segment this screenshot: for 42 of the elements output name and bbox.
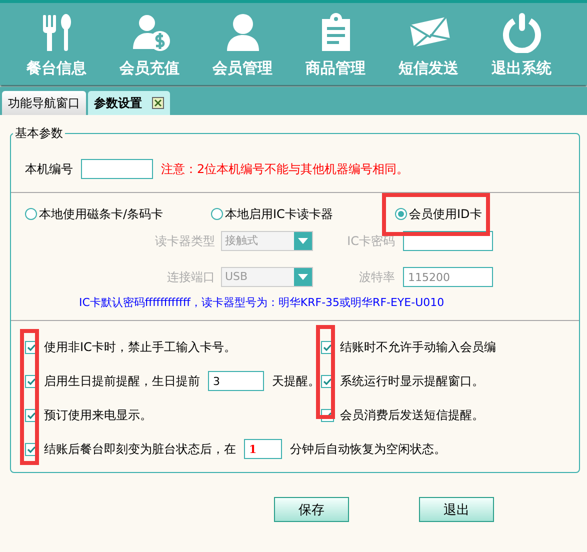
action-button[interactable]: 保存 [274,497,349,522]
checkmark-icon [26,444,37,454]
option-text: 分钟后自动恢复为空闲状态。 [290,440,446,458]
option-text: 天提醒。 [272,372,320,390]
option-text: 使用非IC卡时，禁止手工输入卡号。 [44,338,236,356]
field-label: 波特率 [358,268,396,286]
close-icon[interactable] [152,97,164,109]
radio-option[interactable]: 会员使用ID卡 [395,206,482,222]
option-text: 系统运行时显示提醒窗口。 [340,372,484,390]
option-text: 启用生日提前提醒，生日提前 [44,372,200,390]
toolbar-label[interactable]: 退出系统 [492,59,552,78]
toolbar-label[interactable]: 会员管理 [212,59,272,78]
field-label: 连接端口 [166,268,216,286]
warning-text: 注意：2位本机编号不能与其他机器编号相同。 [161,160,409,178]
field-label: 读卡器类型 [154,232,216,250]
tab[interactable]: 参数设置 [88,91,170,115]
option-text: 结账后餐台即刻变为脏台状态后，在 [44,440,236,458]
number-field[interactable]: 1 [244,439,282,459]
number-field[interactable]: 3 [208,371,264,391]
checkmark-icon [26,342,37,352]
toolbar-label[interactable]: 餐台信息 [26,59,86,78]
option-text: 会员消费后发送短信提醒。 [340,406,484,424]
info-text: IC卡默认密码ffffffffffff，读卡器型号为：明华KRF-35或明华RF-EYE-U010 [78,295,446,310]
checkmark-icon [26,376,37,386]
group-title: 基本参数 [14,125,64,142]
checkmark-icon [26,410,37,420]
toolbar-label[interactable]: 会员充值 [120,59,180,78]
power-icon[interactable] [500,11,542,53]
checkmark-icon [322,342,333,352]
tab[interactable]: 功能导航窗口 [2,91,86,115]
option-text: 结账时不允许手动输入会员编 [340,338,496,356]
radio-option[interactable]: 本地启用IC卡读卡器 [211,206,333,222]
action-button[interactable]: 退出 [419,497,494,522]
caret-icon[interactable] [298,238,308,244]
machine-number-field[interactable] [81,159,153,179]
field-label: 本机编号 [25,160,73,178]
radio-option[interactable]: 本地使用磁条卡/条码卡 [25,206,164,222]
caret-icon[interactable] [298,274,308,280]
toolbar-label[interactable]: 商品管理 [306,59,366,78]
checkmark-icon [322,376,333,386]
option-text: 预订使用来电显示。 [44,406,152,424]
toolbar-label[interactable]: 短信发送 [398,59,458,78]
